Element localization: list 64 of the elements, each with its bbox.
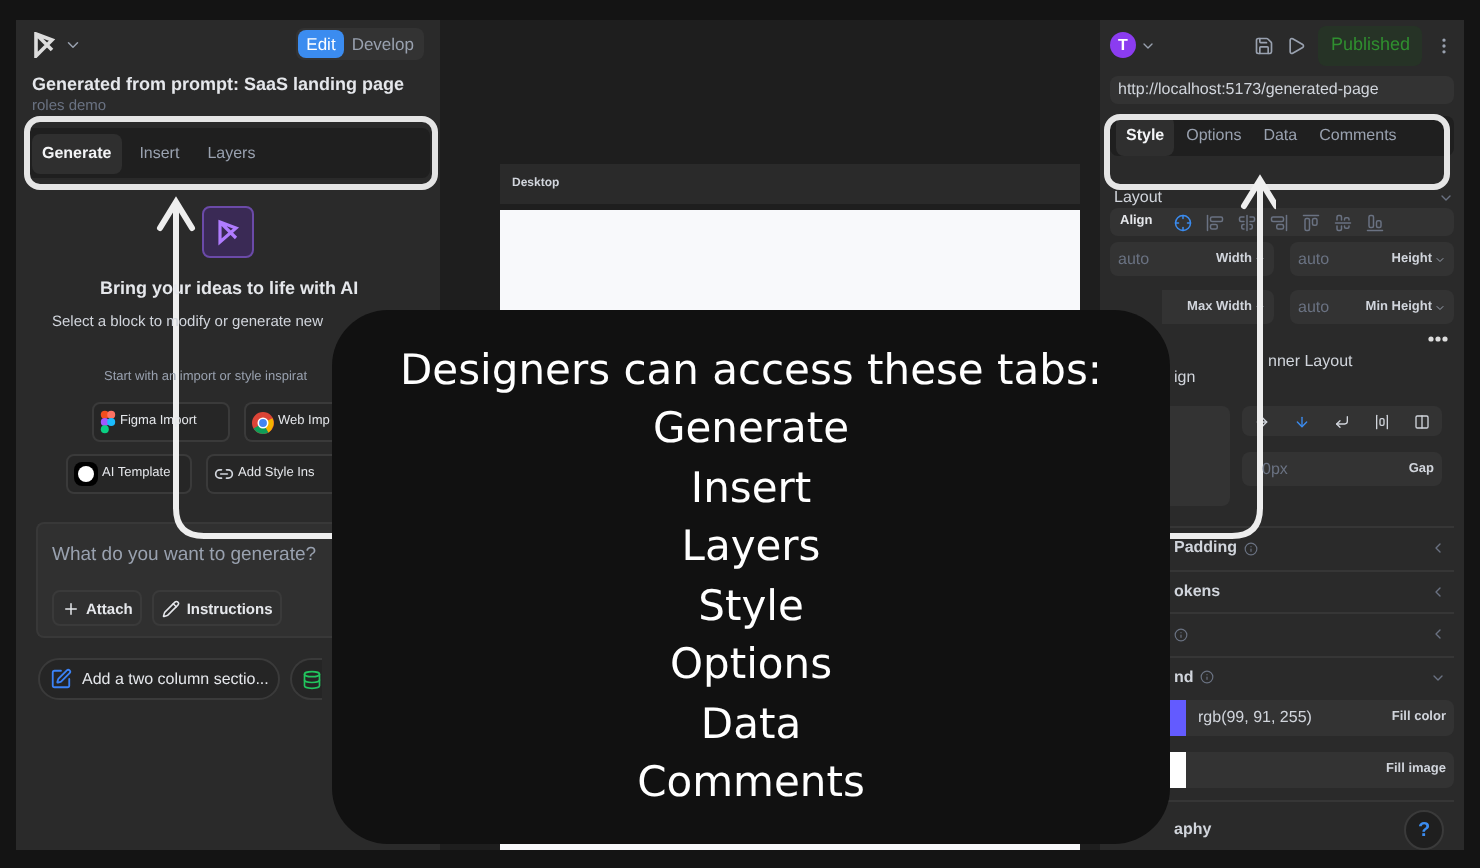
align-icon[interactable] (1238, 213, 1257, 232)
callout-heading: Designers can access these tabs: (400, 343, 1102, 397)
tab[interactable]: Data (1253, 116, 1308, 157)
link-icon (214, 464, 234, 484)
section-title: aphy (1174, 818, 1212, 842)
callout-line: Generate (652, 402, 850, 456)
tab[interactable]: Generate (32, 133, 122, 173)
field-placeholder: auto (1118, 247, 1150, 271)
ai-logo-icon (202, 206, 254, 258)
chevron-icon[interactable] (1430, 540, 1446, 557)
chevron-icon[interactable] (1430, 626, 1446, 643)
callout-line: Style (698, 579, 804, 633)
chevron-icon[interactable] (1430, 583, 1446, 600)
help-button[interactable]: ? (1404, 810, 1444, 850)
chrome-icon (252, 411, 274, 433)
align-icon[interactable] (1366, 213, 1385, 232)
image-swatch[interactable] (1170, 752, 1186, 788)
chevron-icon (1434, 301, 1446, 313)
project-title: Generated from prompt: SaaS landing page (32, 74, 407, 96)
section-title: Layout (1114, 188, 1163, 207)
callout-line: Comments (637, 756, 865, 810)
url-field[interactable]: http://localhost:5173/generated-page (1110, 75, 1454, 104)
play-icon[interactable] (1286, 35, 1307, 56)
tab[interactable]: Options (1176, 116, 1252, 157)
align-icon[interactable] (1270, 213, 1289, 232)
section-label: nner Layout (1268, 350, 1353, 374)
color-swatch[interactable] (1170, 700, 1186, 736)
callout-line: Data (700, 697, 802, 751)
pencil-icon (162, 599, 181, 618)
align-icon[interactable] (1174, 213, 1193, 232)
chevron-icon (1434, 253, 1446, 265)
prompt-placeholder: What do you want to generate? (52, 542, 318, 570)
tab[interactable]: Style (1116, 116, 1175, 157)
callout-line: Insert (690, 461, 812, 515)
save-icon[interactable] (1254, 35, 1275, 56)
field-placeholder: auto (1298, 247, 1330, 271)
direction-icon[interactable] (1334, 413, 1350, 429)
suggestion-chip[interactable] (290, 658, 323, 700)
template-icon (74, 462, 98, 486)
align-icon[interactable] (1206, 213, 1225, 232)
section-title: okens (1174, 579, 1221, 604)
edit-icon (50, 668, 72, 690)
field-placeholder: auto (1298, 295, 1330, 319)
tab[interactable]: Insert (129, 133, 190, 173)
figma-icon (100, 410, 116, 434)
user-avatar[interactable]: T (1110, 32, 1136, 59)
section-title: nd (1174, 665, 1194, 690)
logo-icon[interactable] (32, 31, 56, 57)
direction-icon[interactable] (1414, 413, 1430, 429)
callout-line: Options (669, 638, 833, 692)
plus-icon (62, 599, 80, 618)
mode-tab[interactable]: Develop (343, 30, 422, 58)
field-value: rgb(99, 91, 255) (1198, 706, 1314, 730)
section-label: ign (1174, 368, 1196, 386)
align-icon[interactable] (1334, 213, 1353, 232)
tab[interactable]: Comments (1309, 116, 1407, 157)
callout-line: Layers (681, 520, 821, 574)
database-icon (302, 669, 323, 689)
align-icon[interactable] (1302, 213, 1321, 232)
more-dots-icon[interactable] (1428, 336, 1448, 342)
suggestion-chip[interactable]: Add a two column sectio... (38, 658, 281, 700)
direction-icon[interactable] (1374, 413, 1390, 429)
section-title: Padding (1174, 536, 1238, 561)
tab[interactable]: Layers (197, 133, 266, 173)
